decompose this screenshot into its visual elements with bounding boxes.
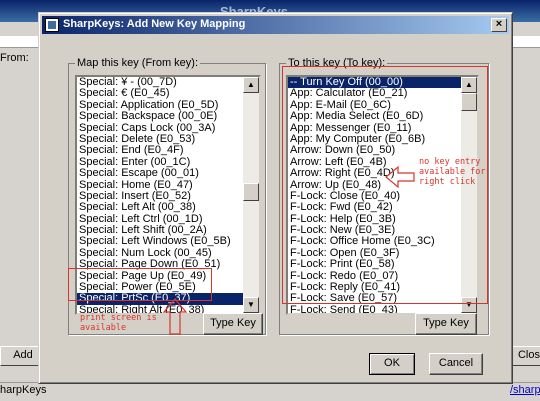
scroll-down-arrow-icon[interactable]: ▼ (243, 297, 259, 313)
dialog-close-button[interactable]: × (491, 18, 507, 32)
dialog-title: SharpKeys: Add New Key Mapping (63, 18, 246, 30)
main-list-header-left (0, 36, 40, 48)
scroll-up-arrow-icon[interactable]: ▲ (243, 77, 259, 93)
cancel-button[interactable]: Cancel (429, 353, 483, 375)
scroll-thumb[interactable] (243, 183, 259, 201)
list-item[interactable]: Special: Escape (00_01) (77, 167, 243, 179)
list-item[interactable]: Special: Left Alt (00_38) (77, 201, 243, 213)
to-type-key-button[interactable]: Type Key (415, 313, 477, 335)
status-text: harpKeys (0, 384, 47, 396)
main-list-header-right (512, 36, 540, 48)
from-type-key-button[interactable]: Type Key (203, 313, 263, 335)
from-column-label: From: (0, 52, 29, 64)
list-item[interactable]: Special: Backspace (00_0E) (77, 110, 243, 122)
print-screen-note: print screen is available (80, 313, 157, 333)
print-screen-highlight-box (68, 268, 212, 301)
status-bar (0, 382, 540, 401)
ok-button[interactable]: OK (369, 353, 415, 375)
up-arrow-icon (162, 298, 188, 335)
status-link[interactable]: /sharp (510, 384, 540, 396)
from-key-legend: Map this key (From key): (75, 57, 201, 69)
from-key-scrollbar[interactable]: ▲ ▼ (243, 77, 259, 313)
dialog-titlebar[interactable]: SharpKeys: Add New Key Mapping × (42, 16, 509, 34)
no-key-entry-note: no key entry available for right click (419, 157, 486, 187)
left-arrow-icon (385, 165, 415, 189)
close-button[interactable]: Close (512, 346, 540, 366)
keyboard-icon (45, 18, 59, 32)
